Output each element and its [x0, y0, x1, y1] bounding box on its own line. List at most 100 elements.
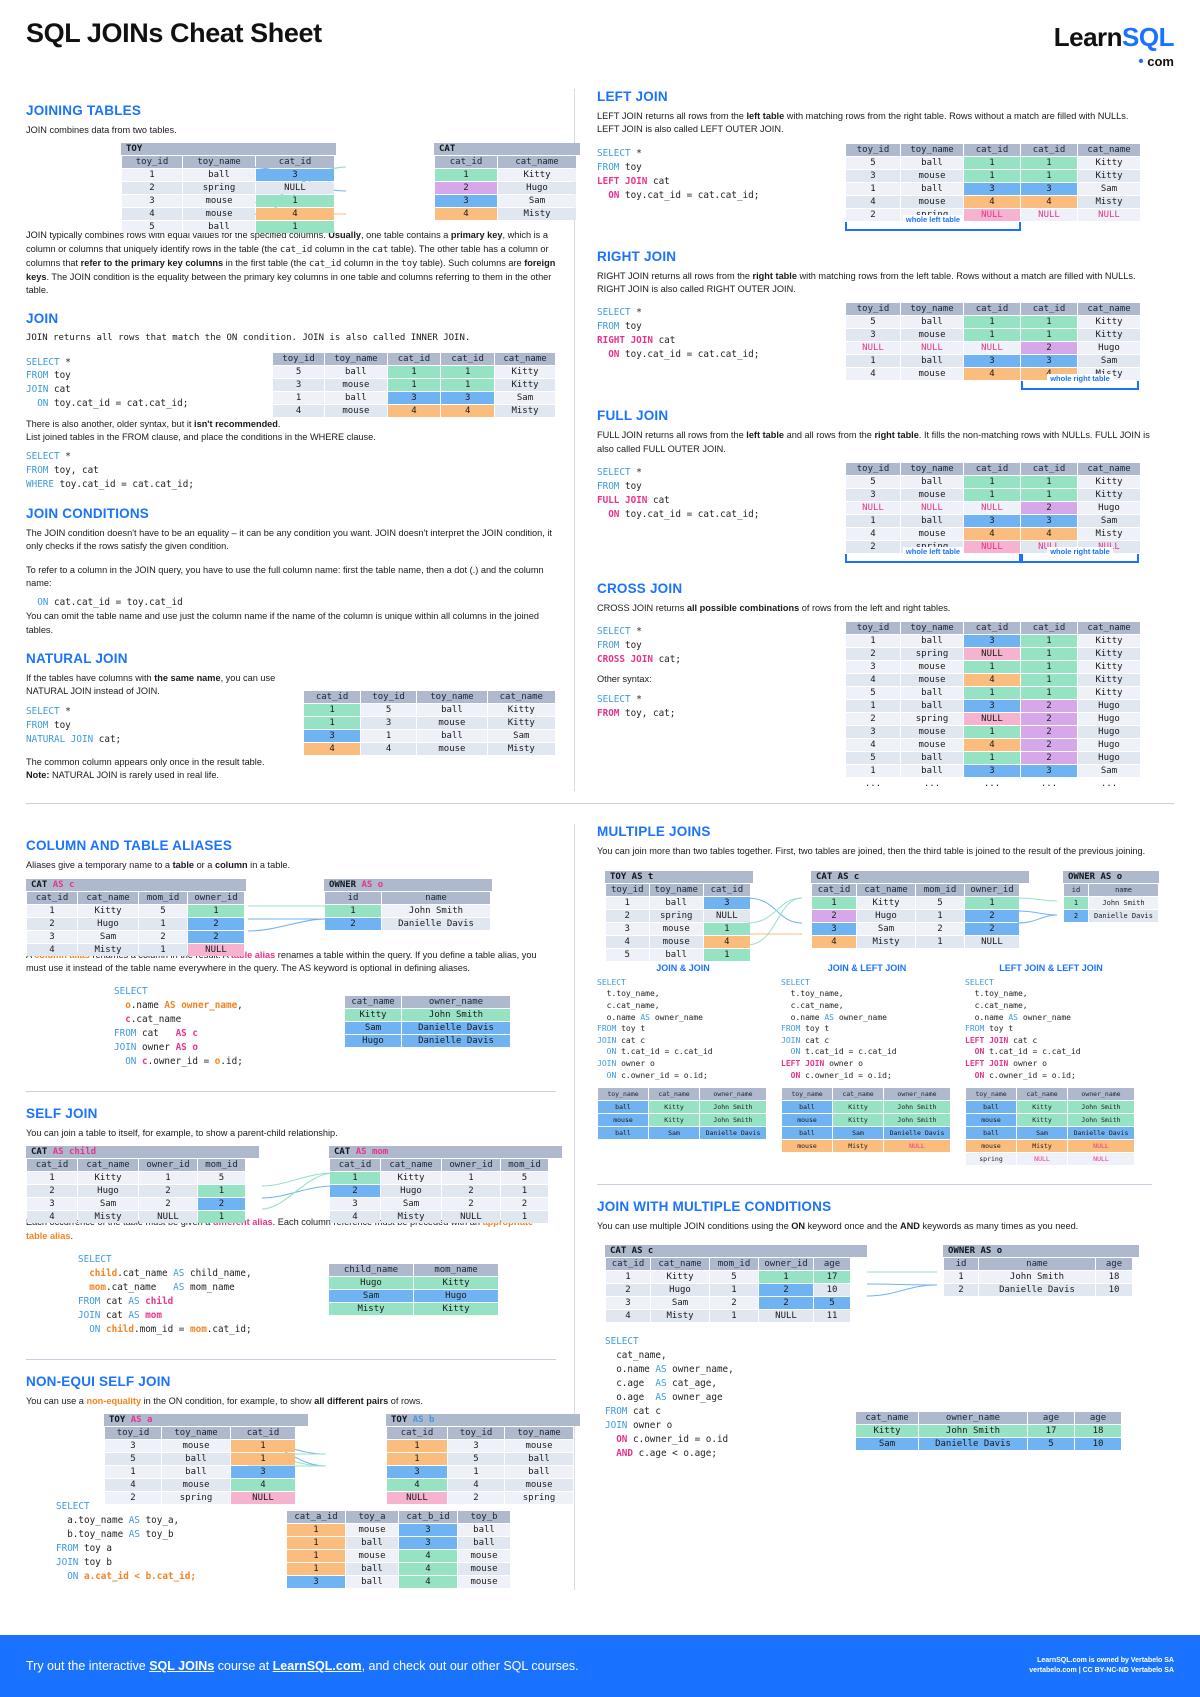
table-row: 1 ball 3 3 Sam	[846, 515, 1140, 528]
multiple-joins-variants: JOIN & JOIN SELECT t.toy_name, c.cat_nam…	[597, 963, 1152, 1166]
col-header: name	[1088, 883, 1158, 896]
table-row: 2springNULLNULLNULL	[846, 208, 1140, 221]
alias-owner-caption: OWNER AS o	[324, 878, 492, 891]
mj-toy-table: TOY AS t toy_id toy_name cat_id 1 ball 3 2…	[605, 870, 753, 962]
col-header: cat_id	[435, 156, 497, 169]
col-header: toy_id	[448, 1427, 504, 1440]
join-conditions-p1: The JOIN condition doesn't have to be an…	[26, 528, 552, 552]
full-join-result-table: toy_id toy_name cat_id cat_id cat_name 5…	[845, 462, 1141, 554]
mc-owner-grid: id name age 1 John Smith 18 2 Danielle Davi…	[943, 1257, 1133, 1297]
table-row: ball Kitty John Smith	[782, 1101, 950, 1114]
section-natural-join-heading: NATURAL JOIN	[26, 651, 128, 667]
table-row: 5 ball 1	[606, 948, 750, 961]
footer-legal: LearnSQL.com is owned by Vertabelo SA ve…	[1029, 1656, 1174, 1677]
table-row: 1 Kitty	[435, 169, 576, 182]
col-header: toy_name	[782, 1088, 832, 1101]
left-join-example: SELECT * FROM toy LEFT JOIN cat ON toy.c…	[597, 143, 1152, 231]
col-header: toy_b	[458, 1511, 510, 1524]
mj-owner-table: OWNER AS o id name 1 John Smith 2 Danielle…	[1063, 870, 1159, 962]
table-row: Sam Hugo	[329, 1290, 498, 1303]
variant-join-left-join: JOIN & LEFT JOIN SELECT t.toy_name, c.ca…	[781, 963, 953, 1166]
col-header: cat_name	[495, 352, 555, 365]
col-header: child_name	[329, 1264, 413, 1277]
table-row: Sam Danielle Davis	[345, 1022, 510, 1035]
multi-conditions-example: SELECT cat_name, o.name AS owner_name, c…	[597, 1331, 1152, 1466]
table-header-row: toy_id toy_name cat_id cat_id cat_name	[846, 463, 1140, 476]
left-join-code: SELECT * FROM toy LEFT JOIN cat ON toy.c…	[597, 147, 760, 201]
table-row: Kitty John Smith	[345, 1009, 510, 1022]
col-header: toy_id	[846, 143, 900, 156]
table-row: Hugo Danielle Davis	[345, 1035, 510, 1048]
footer-message: Try out the interactive SQL JOINs course…	[26, 1659, 579, 1673]
table-row: ball Kitty John Smith	[966, 1101, 1134, 1114]
col-header: toy_name	[901, 463, 963, 476]
table-row: Sam Danielle Davis 5 10	[856, 1438, 1121, 1451]
col-header: mom_id	[501, 1159, 548, 1172]
non-equi-a-grid: toy_id toy_name cat_id 3 mouse 1 5 ball 1 1b…	[104, 1426, 296, 1505]
non-equi-b-grid: cat_id toy_id toy_name 1 3 mouse 1 5 ball 31…	[386, 1426, 574, 1505]
table-row: 4mouse44Misty	[272, 404, 555, 417]
toy-table: TOY toy_id toy_name cat_id 1 ball 3 2 sprin…	[121, 143, 336, 234]
left-join-result-table: toy_id toy_name cat_id cat_id cat_name 5…	[845, 143, 1141, 222]
table-row: 3 Sam 2 2	[330, 1198, 548, 1211]
col-header: name	[979, 1258, 1095, 1271]
col-header: cat_id	[964, 143, 1020, 156]
table-header-row: toy_id toy_name cat_id	[122, 156, 334, 169]
natural-join-block: If the tables have columns with the same…	[26, 672, 556, 756]
col-header: cat_name	[487, 691, 555, 704]
footer-link-sql-joins[interactable]: SQL JOINs	[149, 1659, 214, 1673]
full-join-intro: FULL JOIN returns all rows from the left…	[597, 430, 1150, 454]
table-row: 2 spring NULL	[606, 909, 750, 922]
footer-link-learnsql[interactable]: LearnSQL.com	[273, 1659, 362, 1673]
table-row: 3 mouse 1	[606, 922, 750, 935]
variant-result-table: toy_name cat_name owner_name ball Kitty Jo…	[597, 1087, 767, 1140]
table-row: Hugo Kitty	[329, 1277, 498, 1290]
col-header: cat_name	[381, 1159, 441, 1172]
table-header-row: toy_id toy_name cat_id cat_id cat_name	[846, 622, 1140, 635]
self-join-child-table: CAT AS child cat_id cat_name owner_id mo…	[26, 1146, 259, 1224]
table-row: 1 ball 3 ball	[287, 1537, 510, 1550]
table-header-row: toy_id toy_name cat_id cat_id cat_name	[846, 143, 1140, 156]
col-header: cat_id	[1021, 463, 1077, 476]
col-header: cat_name	[651, 1258, 709, 1271]
right-join-intro: RIGHT JOIN returns all rows from the rig…	[597, 270, 1136, 295]
self-join-code: SELECT child.cat_name AS child_name, mom…	[78, 1254, 252, 1335]
col-header: id	[325, 891, 381, 904]
left-join-intro: LEFT JOIN returns all rows from the left…	[597, 111, 1129, 135]
logo-com-text: com	[1147, 54, 1174, 69]
self-join-result-table: child_name mom_name Hugo Kitty Sam Hugo Mi…	[328, 1263, 499, 1316]
table-row: 3 Sam 2 2	[812, 922, 1019, 935]
table-row: 5 ball 1	[122, 221, 334, 234]
middle-divider	[26, 803, 1174, 805]
table-header-row: cat_id cat_name	[435, 156, 576, 169]
col-header: cat_id	[703, 883, 750, 896]
mj-toy-caption: TOY AS t	[605, 870, 753, 883]
table-row: 3 ball 4 mouse	[287, 1576, 510, 1589]
col-header: cat_b_id	[399, 1511, 457, 1524]
table-header-row: cat_id toy_id toy_name	[387, 1427, 573, 1440]
variant-title: LEFT JOIN & LEFT JOIN	[999, 962, 1103, 973]
footer-owner-line: LearnSQL.com is owned by Vertabelo SA	[1037, 1656, 1174, 1664]
table-header-row: cat_id cat_name owner_id mom_id	[27, 1159, 245, 1172]
non-equi-code: SELECT a.toy_name AS toy_a, b.toy_name A…	[56, 1501, 196, 1582]
table-row: 5 ball 1 1 Kitty	[846, 156, 1140, 169]
aliases-result-table: cat_name owner_name Kitty John Smith Sam D…	[344, 995, 511, 1048]
alias-cat-table: CAT AS c cat_id cat_name mom_id owner_id…	[26, 878, 246, 957]
section-multiple-joins-heading: MULTIPLE JOINS	[597, 824, 711, 840]
right-join-example: SELECT * FROM toy RIGHT JOIN cat ON toy.…	[597, 302, 1152, 391]
table-row: 5 ball 1	[105, 1453, 295, 1466]
table-row: ball Sam Danielle Davis	[782, 1127, 950, 1140]
variant-left-join-left-join: LEFT JOIN & LEFT JOIN SELECT t.toy_name,…	[965, 963, 1137, 1166]
table-header-row: toy_name cat_name owner_name	[598, 1088, 766, 1101]
section-right-join-heading: RIGHT JOIN	[597, 248, 677, 264]
col-header: owner_id	[139, 1159, 197, 1172]
table-row: Kitty John Smith 17 18	[856, 1425, 1121, 1438]
join-result-table: toy_id toy_name cat_id cat_id cat_name 5…	[272, 352, 556, 418]
mj-owner-grid: id name 1 John Smith 2 Danielle Davis	[1063, 883, 1159, 923]
table-row: 1 ball 3 1 Kitty	[846, 635, 1140, 648]
table-row: 3 Sam 2 2	[27, 930, 244, 943]
full-join-brace-right: whole right table	[1021, 547, 1139, 564]
join-old-syntax-code: SELECT * FROM toy, cat WHERE toy.cat_id …	[26, 451, 194, 491]
table-header-row: toy_id toy_name cat_id cat_id cat_name	[272, 352, 555, 365]
variant-code: SELECT t.toy_name, c.cat_name, o.name AS…	[597, 977, 713, 1080]
